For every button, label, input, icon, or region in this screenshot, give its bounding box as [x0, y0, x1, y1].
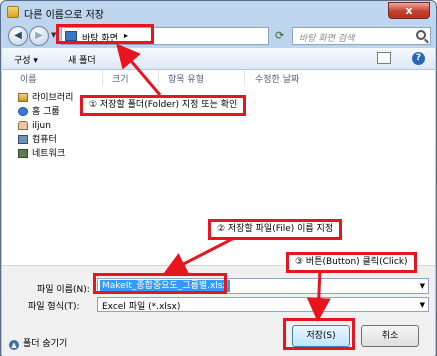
annotation-button: ③ 버튼(Button) 클릭(Click): [286, 252, 417, 273]
column-type[interactable]: 항목 유형: [168, 72, 204, 85]
tree-item-network[interactable]: 네트워크: [18, 148, 73, 162]
filename-highlight: [93, 273, 227, 294]
column-divider[interactable]: [158, 70, 159, 86]
tree-item-library[interactable]: 라이브러리: [18, 92, 73, 106]
view-options-icon[interactable]: [377, 52, 391, 64]
filetype-value: Excel 파일 (*.xlsx): [102, 302, 181, 312]
new-folder-button[interactable]: 새 폴더: [68, 53, 96, 66]
computer-icon: [18, 135, 28, 144]
refresh-icon[interactable]: ⟳: [275, 29, 284, 42]
tree-item-computer[interactable]: 컴퓨터: [18, 134, 73, 148]
folder-highlight: [56, 24, 154, 44]
filetype-dropdown-icon[interactable]: ▼: [420, 301, 425, 309]
filetype-label: 파일 형식(T):: [28, 302, 80, 312]
organize-menu[interactable]: 구성 ▾: [14, 53, 38, 66]
search-input[interactable]: 바탕 화면 검색: [292, 27, 431, 45]
user-icon: [18, 121, 28, 130]
hide-folders-label: 폴더 숨기기: [23, 339, 68, 349]
save-as-dialog: 다른 이름으로 저장 x ◀ ▶ ▼ 바탕 화면 ▸ ▼ ⟳ 바탕 화면 검색 …: [0, 0, 437, 356]
column-divider[interactable]: [102, 70, 103, 86]
filename-dropdown-icon[interactable]: ▼: [420, 282, 425, 290]
annotation-folder: ① 저장할 폴더(Folder) 지정 또는 확인: [80, 95, 247, 116]
network-icon: [18, 149, 28, 158]
tree-item-homegroup[interactable]: 홈 그룹: [18, 106, 73, 120]
close-button[interactable]: x: [388, 2, 430, 19]
tree-item-label: 홈 그룹: [32, 107, 60, 117]
search-placeholder: 바탕 화면 검색: [299, 34, 355, 44]
library-icon: [18, 93, 28, 102]
hide-folders-button[interactable]: ▲ 폴더 숨기기: [9, 336, 67, 350]
save-highlight: [283, 318, 355, 350]
tree-item-user[interactable]: iljun: [18, 120, 73, 134]
column-divider[interactable]: [244, 70, 245, 86]
navigation-tree: 라이브러리 홈 그룹 iljun 컴퓨터 네트워크: [18, 92, 73, 162]
column-name[interactable]: 이름: [20, 72, 37, 85]
tree-item-label: 라이브러리: [32, 93, 74, 103]
window-title: 다른 이름으로 저장: [24, 10, 104, 21]
title-bar: 다른 이름으로 저장 x: [1, 1, 436, 23]
search-icon[interactable]: [416, 30, 426, 40]
tree-item-label: 컴퓨터: [32, 135, 57, 145]
column-date[interactable]: 수정한 날짜: [255, 72, 299, 85]
back-button[interactable]: ◀: [8, 26, 28, 46]
filename-label: 파일 이름(N):: [37, 285, 90, 295]
folder-icon: [7, 6, 19, 18]
chevron-up-icon: ▲: [9, 340, 19, 350]
annotation-filename: ② 저장할 파일(File) 이름 지정: [208, 219, 343, 240]
tree-item-label: iljun: [32, 121, 51, 131]
forward-button[interactable]: ▶: [29, 26, 49, 46]
tree-item-label: 네트워크: [32, 149, 66, 159]
command-toolbar: 구성 ▾ 새 폴더 ?: [2, 48, 435, 70]
cancel-button[interactable]: 취소: [361, 325, 419, 347]
help-icon[interactable]: ?: [412, 52, 425, 65]
homegroup-icon: [18, 107, 28, 116]
column-size[interactable]: 크기: [112, 72, 129, 85]
filetype-select[interactable]: Excel 파일 (*.xlsx) ▼: [97, 297, 429, 312]
